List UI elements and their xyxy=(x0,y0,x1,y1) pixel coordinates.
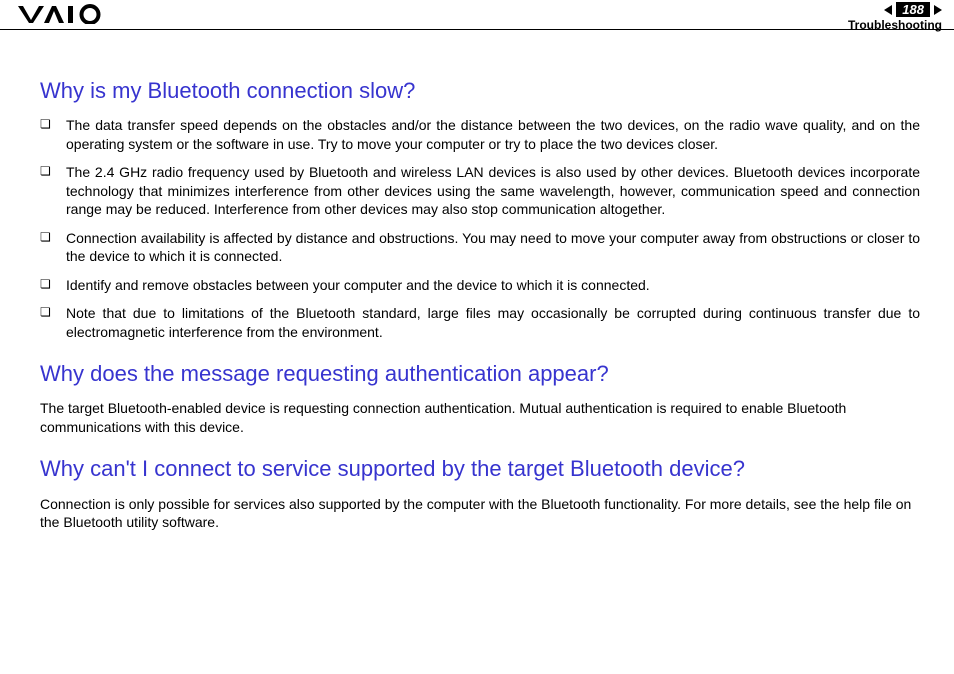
answer-body-3: Connection is only possible for services… xyxy=(40,495,920,532)
vaio-logo xyxy=(18,4,108,24)
page-number-row: 188 xyxy=(884,2,942,17)
page-root: 188 Troubleshooting Why is my Bluetooth … xyxy=(0,0,954,674)
question-heading-2: Why does the message requesting authenti… xyxy=(40,361,920,387)
list-item: The 2.4 GHz radio frequency used by Blue… xyxy=(40,163,920,218)
prev-page-arrow-icon[interactable] xyxy=(884,5,892,15)
list-item: Identify and remove obstacles between yo… xyxy=(40,276,920,294)
page-number-badge: 188 xyxy=(896,2,930,17)
list-item: Note that due to limitations of the Blue… xyxy=(40,304,920,341)
question-heading-3: Why can't I connect to service supported… xyxy=(40,456,920,482)
list-item: The data transfer speed depends on the o… xyxy=(40,116,920,153)
next-page-arrow-icon[interactable] xyxy=(934,5,942,15)
section-label: Troubleshooting xyxy=(848,18,942,32)
answer-list-1: The data transfer speed depends on the o… xyxy=(40,116,920,341)
list-item: Connection availability is affected by d… xyxy=(40,229,920,266)
page-content: Why is my Bluetooth connection slow? The… xyxy=(0,30,954,532)
page-number: 188 xyxy=(902,2,924,17)
header-right: 188 Troubleshooting xyxy=(848,2,942,32)
question-heading-1: Why is my Bluetooth connection slow? xyxy=(40,78,920,104)
answer-body-2: The target Bluetooth-enabled device is r… xyxy=(40,399,920,436)
page-header: 188 Troubleshooting xyxy=(0,0,954,30)
vaio-logo-svg xyxy=(18,4,108,24)
